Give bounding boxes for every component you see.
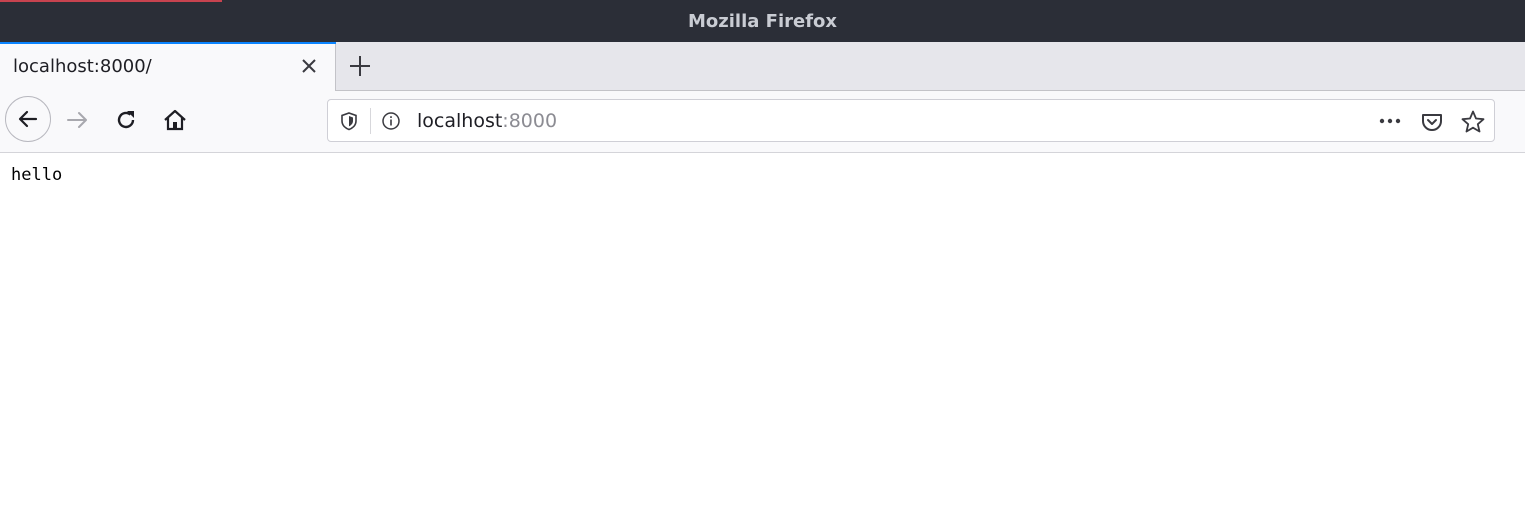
window-titlebar[interactable]: Mozilla Firefox (0, 0, 1525, 42)
more-icon[interactable] (1376, 110, 1404, 132)
tab-active-indicator (0, 42, 336, 44)
info-icon[interactable] (381, 111, 401, 131)
pocket-icon[interactable] (1420, 110, 1444, 134)
reload-icon[interactable] (113, 107, 139, 133)
url-text[interactable]: localhost:8000 (417, 110, 557, 132)
url-bar[interactable]: localhost:8000 (327, 99, 1495, 142)
tab-localhost[interactable]: localhost:8000/ (0, 42, 336, 91)
url-port: :8000 (502, 110, 558, 132)
shield-icon[interactable] (339, 111, 359, 131)
navigation-toolbar: localhost:8000 (0, 91, 1525, 153)
tab-title: localhost:8000/ (13, 56, 152, 77)
tab-strip: localhost:8000/ (0, 42, 1525, 91)
url-separator (370, 108, 371, 134)
close-icon[interactable] (297, 54, 321, 78)
star-icon[interactable] (1460, 109, 1486, 135)
back-button[interactable] (5, 96, 51, 142)
url-host: localhost (417, 110, 503, 132)
arrow-left-icon (18, 110, 38, 128)
plus-icon[interactable] (344, 50, 376, 82)
page-content: hello (0, 153, 1525, 510)
arrow-right-icon[interactable] (64, 106, 92, 134)
home-icon[interactable] (162, 107, 188, 133)
window-title: Mozilla Firefox (687, 11, 838, 32)
page-body-text: hello (11, 165, 63, 185)
